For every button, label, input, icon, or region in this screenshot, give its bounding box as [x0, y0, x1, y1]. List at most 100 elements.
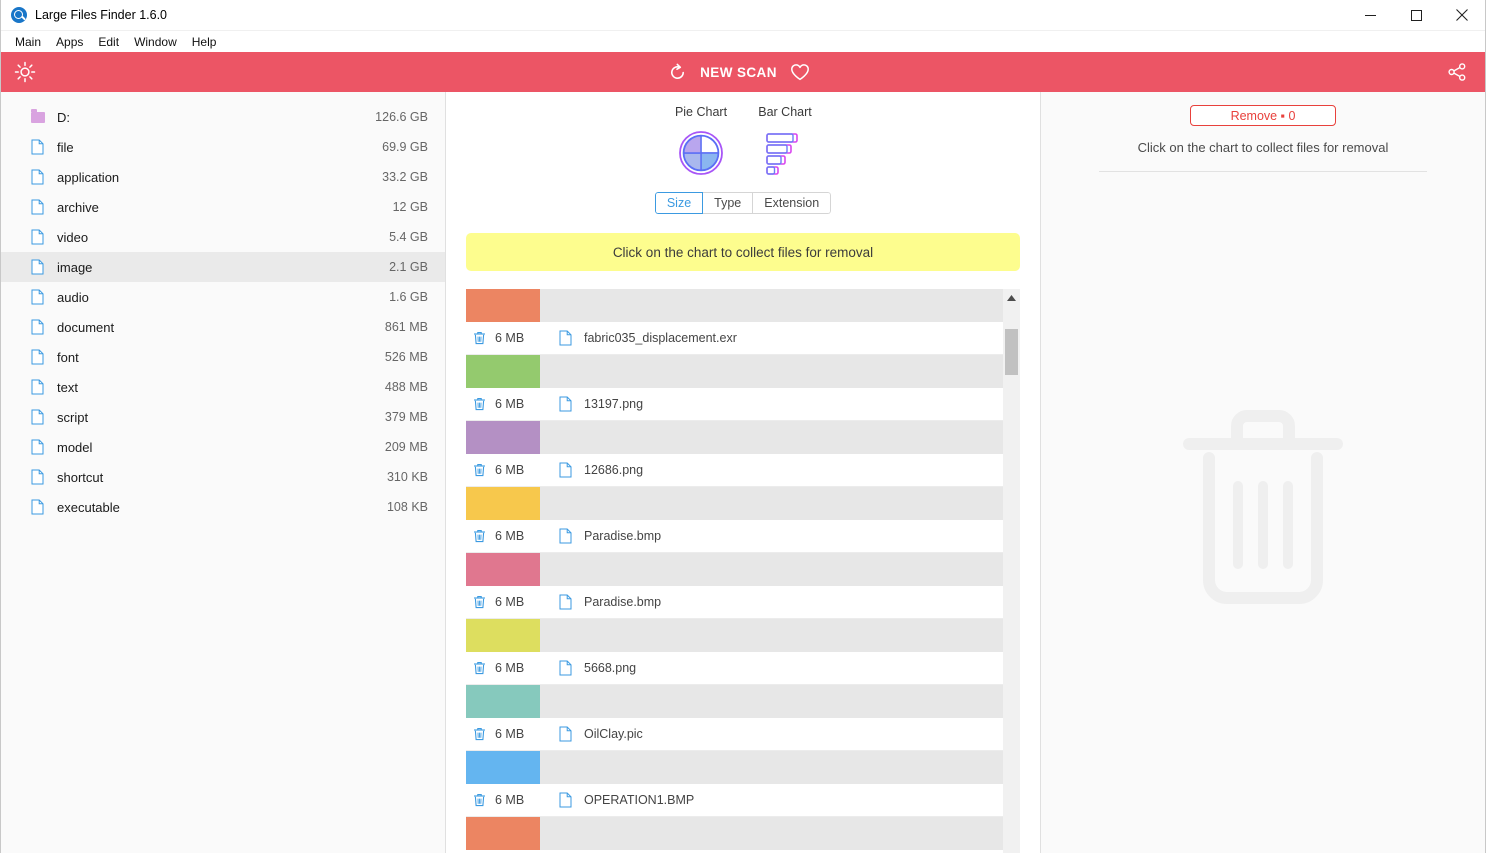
- folder-glyph: [31, 108, 45, 123]
- sidebar-item-document[interactable]: document 861 MB: [1, 312, 445, 342]
- trash-icon[interactable]: [468, 529, 490, 543]
- chart-bar[interactable]: [466, 817, 1003, 850]
- file-name: fabric035_displacement.exr: [584, 331, 737, 345]
- menu-item-help[interactable]: Help: [186, 33, 223, 51]
- table-row[interactable]: 6 MB OPERATION1.BMP: [466, 784, 1003, 817]
- pie-chart-icon[interactable]: [659, 130, 743, 176]
- sidebar-item-application[interactable]: application 33.2 GB: [1, 162, 445, 192]
- sidebar-item-font[interactable]: font 526 MB: [1, 342, 445, 372]
- sun-icon[interactable]: [14, 61, 36, 83]
- sidebar-item-image[interactable]: image 2.1 GB: [1, 252, 445, 282]
- sidebar-item-size: 310 KB: [386, 470, 428, 484]
- chart-type-label-pie[interactable]: Pie Chart: [659, 105, 743, 119]
- sidebar-item-size: 69.9 GB: [382, 140, 428, 154]
- trash-icon[interactable]: [468, 463, 490, 477]
- file-icon: [31, 289, 51, 305]
- sidebar-item-size: 526 MB: [384, 350, 428, 364]
- window-title: Large Files Finder 1.6.0: [35, 8, 168, 22]
- trash-icon: [1183, 408, 1343, 611]
- file-list-scrollbar[interactable]: [1003, 289, 1020, 853]
- new-scan-button[interactable]: NEW SCAN: [700, 65, 777, 80]
- search-circle-icon: [11, 7, 27, 23]
- sidebar-item-size: 379 MB: [384, 410, 428, 424]
- chart-type-label-bar[interactable]: Bar Chart: [743, 105, 827, 119]
- menu-item-apps[interactable]: Apps: [50, 33, 89, 51]
- trash-icon[interactable]: [468, 793, 490, 807]
- sidebar-item-size: 488 MB: [384, 380, 428, 394]
- chart-bar-fill[interactable]: [466, 421, 540, 454]
- sidebar-item-executable[interactable]: executable 108 KB: [1, 492, 445, 522]
- chart-bar[interactable]: [466, 289, 1003, 322]
- chart-bar-fill[interactable]: [466, 751, 540, 784]
- sidebar-item-text[interactable]: text 488 MB: [1, 372, 445, 402]
- sidebar-item-shortcut[interactable]: shortcut 310 KB: [1, 462, 445, 492]
- remove-button[interactable]: Remove ▪ 0: [1190, 105, 1336, 126]
- chart-bar[interactable]: [466, 751, 1003, 784]
- minimize-button[interactable]: [1347, 0, 1393, 31]
- chart-bar[interactable]: [466, 619, 1003, 652]
- sidebar-item-size: 12 GB: [392, 200, 428, 214]
- group-by-type-button[interactable]: Type: [703, 192, 754, 214]
- maximize-button[interactable]: [1393, 0, 1439, 31]
- table-row[interactable]: 6 MB 12686.png: [466, 454, 1003, 487]
- application-window: Large Files Finder 1.6.0 Main Apps Edit …: [0, 0, 1486, 853]
- chart-bar-fill[interactable]: [466, 289, 540, 322]
- chart-bar[interactable]: [466, 553, 1003, 586]
- file-name: Paradise.bmp: [584, 529, 662, 543]
- file-icon: [31, 349, 51, 365]
- sidebar-item-size: 209 MB: [384, 440, 428, 454]
- bar-chart-icon[interactable]: [743, 130, 827, 176]
- table-row[interactable]: 6 MB Paradise.bmp: [466, 586, 1003, 619]
- trash-icon[interactable]: [468, 397, 490, 411]
- sidebar-item-d[interactable]: D: 126.6 GB: [1, 102, 445, 132]
- main-toolbar: NEW SCAN: [1, 52, 1485, 92]
- table-row[interactable]: 6 MB Paradise.bmp: [466, 520, 1003, 553]
- chart-bar[interactable]: [466, 685, 1003, 718]
- group-by-size-button[interactable]: Size: [654, 192, 704, 214]
- title-bar: Large Files Finder 1.6.0: [1, 0, 1485, 31]
- file-size: 6 MB: [495, 529, 525, 543]
- menu-bar: Main Apps Edit Window Help: [1, 31, 1485, 52]
- refresh-icon[interactable]: [668, 63, 687, 82]
- group-by-extension-button[interactable]: Extension: [753, 192, 832, 214]
- sidebar-item-size: 2.1 GB: [389, 260, 428, 274]
- file-size: 6 MB: [495, 793, 525, 807]
- chart-bar-fill[interactable]: [466, 619, 540, 652]
- chart-bar[interactable]: [466, 421, 1003, 454]
- sidebar-item-file[interactable]: file 69.9 GB: [1, 132, 445, 162]
- close-button[interactable]: [1439, 0, 1485, 31]
- sidebar-item-video[interactable]: video 5.4 GB: [1, 222, 445, 252]
- file-size: 6 MB: [495, 397, 525, 411]
- table-row[interactable]: 6 MB 13197.png: [466, 388, 1003, 421]
- sidebar-item-archive[interactable]: archive 12 GB: [1, 192, 445, 222]
- scrollbar-thumb[interactable]: [1005, 329, 1018, 375]
- chart-bar-fill[interactable]: [466, 817, 540, 850]
- sidebar-item-script[interactable]: script 379 MB: [1, 402, 445, 432]
- chart-bar-fill[interactable]: [466, 487, 540, 520]
- trash-icon[interactable]: [468, 661, 490, 675]
- caret-up-icon[interactable]: [1003, 289, 1020, 306]
- trash-icon[interactable]: [468, 595, 490, 609]
- sidebar-item-label: archive: [57, 199, 99, 215]
- chart-bar-fill[interactable]: [466, 553, 540, 586]
- sidebar-item-model[interactable]: model 209 MB: [1, 432, 445, 462]
- heart-icon[interactable]: [790, 63, 810, 82]
- sidebar-item-label: video: [57, 229, 89, 245]
- share-icon[interactable]: [1447, 62, 1467, 82]
- sidebar-item-size: 5.4 GB: [389, 230, 428, 244]
- menu-item-edit[interactable]: Edit: [92, 33, 125, 51]
- title-bar-left: Large Files Finder 1.6.0: [1, 7, 1347, 23]
- sidebar-item-label: script: [57, 409, 89, 425]
- table-row[interactable]: 6 MB fabric035_displacement.exr: [466, 322, 1003, 355]
- table-row[interactable]: 6 MB OilClay.pic: [466, 718, 1003, 751]
- trash-icon[interactable]: [468, 331, 490, 345]
- menu-item-window[interactable]: Window: [128, 33, 183, 51]
- table-row[interactable]: 6 MB 5668.png: [466, 652, 1003, 685]
- chart-bar[interactable]: [466, 487, 1003, 520]
- chart-bar-fill[interactable]: [466, 355, 540, 388]
- trash-icon[interactable]: [468, 727, 490, 741]
- chart-bar-fill[interactable]: [466, 685, 540, 718]
- chart-bar[interactable]: [466, 355, 1003, 388]
- menu-item-main[interactable]: Main: [9, 33, 47, 51]
- sidebar-item-audio[interactable]: audio 1.6 GB: [1, 282, 445, 312]
